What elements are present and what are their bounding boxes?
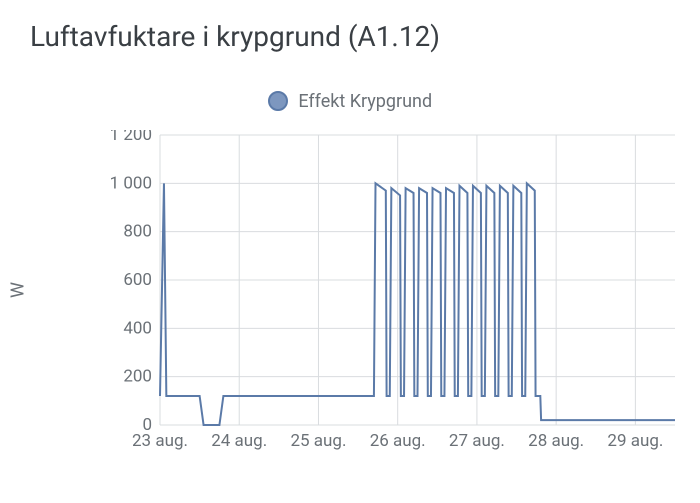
- svg-text:1 000: 1 000: [110, 173, 152, 193]
- chart-container: Effekt Krypgrund W 02004006008001 0001 2…: [0, 90, 700, 490]
- legend[interactable]: Effekt Krypgrund: [0, 90, 700, 112]
- legend-dot-icon: [268, 91, 288, 111]
- svg-text:27 aug.: 27 aug.: [449, 431, 505, 450]
- svg-text:28 aug.: 28 aug.: [528, 431, 584, 450]
- svg-text:600: 600: [123, 270, 152, 290]
- svg-text:800: 800: [123, 222, 152, 242]
- svg-text:200: 200: [123, 367, 152, 387]
- svg-text:23 aug.: 23 aug.: [132, 431, 188, 450]
- chart-title: Luftavfuktare i krypgrund (A1.12): [0, 0, 700, 53]
- svg-text:400: 400: [123, 318, 152, 338]
- y-axis-label: W: [7, 282, 28, 298]
- chart-svg: 02004006008001 0001 200 23 aug.24 aug.25…: [110, 130, 680, 450]
- svg-text:29 aug.: 29 aug.: [607, 431, 663, 450]
- series-line: [160, 183, 675, 425]
- svg-text:24 aug.: 24 aug.: [211, 431, 267, 450]
- legend-label: Effekt Krypgrund: [298, 91, 432, 112]
- svg-text:1 200: 1 200: [110, 130, 152, 145]
- svg-text:25 aug.: 25 aug.: [290, 431, 346, 450]
- x-ticks: 23 aug. 24 aug. 25 aug. 26 aug. 27 aug. 28 au…: [132, 431, 663, 450]
- y-ticks: 02004006008001 0001 200: [110, 130, 152, 435]
- plot-area: 02004006008001 0001 200 23 aug.24 aug.25…: [110, 130, 680, 450]
- svg-text:26 aug.: 26 aug.: [370, 431, 426, 450]
